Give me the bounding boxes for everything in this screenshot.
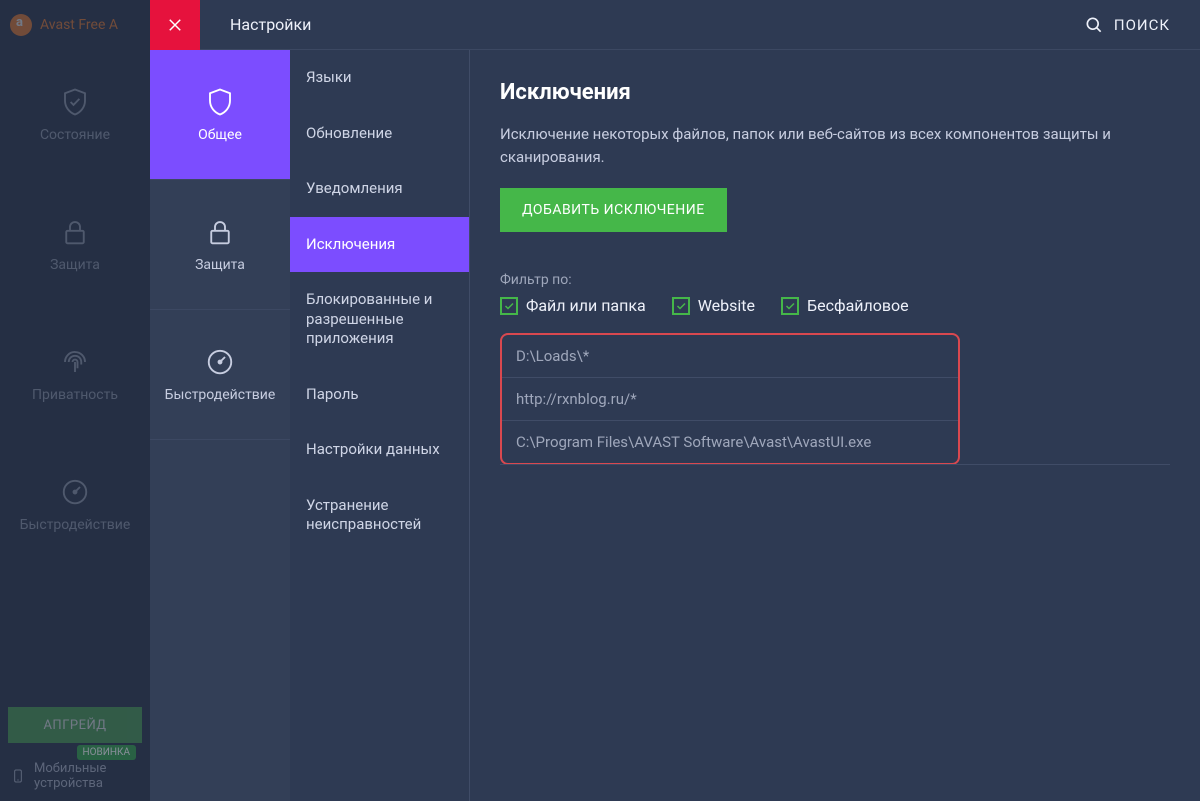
submenu-update[interactable]: Обновление: [290, 106, 469, 162]
top-bar: Настройки ПОИСК: [200, 0, 1200, 50]
filter-label-text: Бесфайловое: [807, 296, 909, 315]
nav-item-privacy[interactable]: Приватность: [0, 310, 150, 440]
gauge-icon: [60, 477, 90, 507]
submenu-exclusions[interactable]: Исключения: [290, 217, 469, 273]
lock-icon: [205, 217, 235, 247]
filter-row: Файл или папка Website Бесфайловое: [500, 296, 1170, 315]
upgrade-button[interactable]: АПГРЕЙД: [8, 707, 142, 743]
nav-label: Состояние: [40, 127, 110, 143]
filter-fileless[interactable]: Бесфайловое: [781, 296, 909, 315]
submenu-troubleshooting[interactable]: Устранение неисправностей: [290, 478, 469, 553]
cat-label: Защита: [195, 257, 245, 273]
submenu-password[interactable]: Пароль: [290, 367, 469, 423]
content-description: Исключение некоторых файлов, папок или в…: [500, 123, 1170, 168]
exclusion-item[interactable]: D:\Loads\*: [502, 335, 958, 378]
search-button[interactable]: ПОИСК: [1084, 15, 1170, 35]
main-sidebar: Avast Free A Состояние Защита Приватност…: [0, 0, 150, 801]
checkbox-icon: [672, 297, 690, 315]
exclusion-list-highlight: D:\Loads\* http://rxnblog.ru/* C:\Progra…: [500, 333, 960, 465]
list-divider: [500, 464, 1170, 465]
add-exclusion-button[interactable]: ДОБАВИТЬ ИСКЛЮЧЕНИЕ: [500, 188, 727, 232]
close-icon: [166, 16, 184, 34]
settings-cat-performance[interactable]: Быстродействие: [150, 310, 290, 440]
filter-label-text: Website: [698, 296, 755, 315]
submenu-notifications[interactable]: Уведомления: [290, 161, 469, 217]
mobile-devices-link[interactable]: НОВИНКА Мобильные устройства: [0, 751, 150, 801]
content-pane: Исключения Исключение некоторых файлов, …: [470, 0, 1200, 801]
submenu-blocked-allowed-apps[interactable]: Блокированные и разрешенные приложения: [290, 272, 469, 367]
filter-by-label: Фильтр по:: [500, 272, 1170, 288]
new-badge: НОВИНКА: [77, 745, 136, 760]
app-name: Avast Free A: [40, 17, 118, 33]
checkbox-icon: [500, 297, 518, 315]
fingerprint-icon: [60, 347, 90, 377]
search-label: ПОИСК: [1114, 16, 1170, 34]
nav-item-protection[interactable]: Защита: [0, 180, 150, 310]
page-title: Настройки: [230, 15, 311, 34]
app-brand: Avast Free A: [0, 0, 150, 50]
exclusion-item[interactable]: http://rxnblog.ru/*: [502, 378, 958, 421]
mobile-line2: устройства: [34, 776, 106, 791]
shield-icon: [205, 87, 235, 117]
submenu-languages[interactable]: Языки: [290, 50, 469, 106]
settings-cat-general[interactable]: Общее: [150, 50, 290, 180]
shield-check-icon: [60, 87, 90, 117]
filter-file-or-folder[interactable]: Файл или папка: [500, 296, 646, 315]
nav-item-status[interactable]: Состояние: [0, 50, 150, 180]
settings-submenu: Языки Обновление Уведомления Исключения …: [290, 0, 470, 801]
checkbox-icon: [781, 297, 799, 315]
content-heading: Исключения: [500, 80, 1170, 105]
settings-cat-protection[interactable]: Защита: [150, 180, 290, 310]
gauge-icon: [205, 347, 235, 377]
close-button[interactable]: [150, 0, 200, 50]
filter-website[interactable]: Website: [672, 296, 755, 315]
search-icon: [1084, 15, 1104, 35]
nav-label: Приватность: [32, 387, 118, 403]
cat-label: Общее: [198, 127, 242, 143]
filter-label-text: Файл или папка: [526, 296, 646, 315]
nav-label: Быстродействие: [20, 517, 131, 533]
avast-logo-icon: [10, 14, 32, 36]
settings-category-sidebar: Общее Защита Быстродействие: [150, 0, 290, 801]
phone-icon: [10, 768, 26, 784]
nav-label: Защита: [50, 257, 100, 273]
submenu-data-settings[interactable]: Настройки данных: [290, 422, 469, 478]
exclusion-item[interactable]: C:\Program Files\AVAST Software\Avast\Av…: [502, 421, 958, 463]
lock-icon: [60, 217, 90, 247]
mobile-line1: Мобильные: [34, 761, 106, 776]
cat-label: Быстродействие: [165, 387, 276, 403]
nav-item-performance[interactable]: Быстродействие: [0, 440, 150, 570]
